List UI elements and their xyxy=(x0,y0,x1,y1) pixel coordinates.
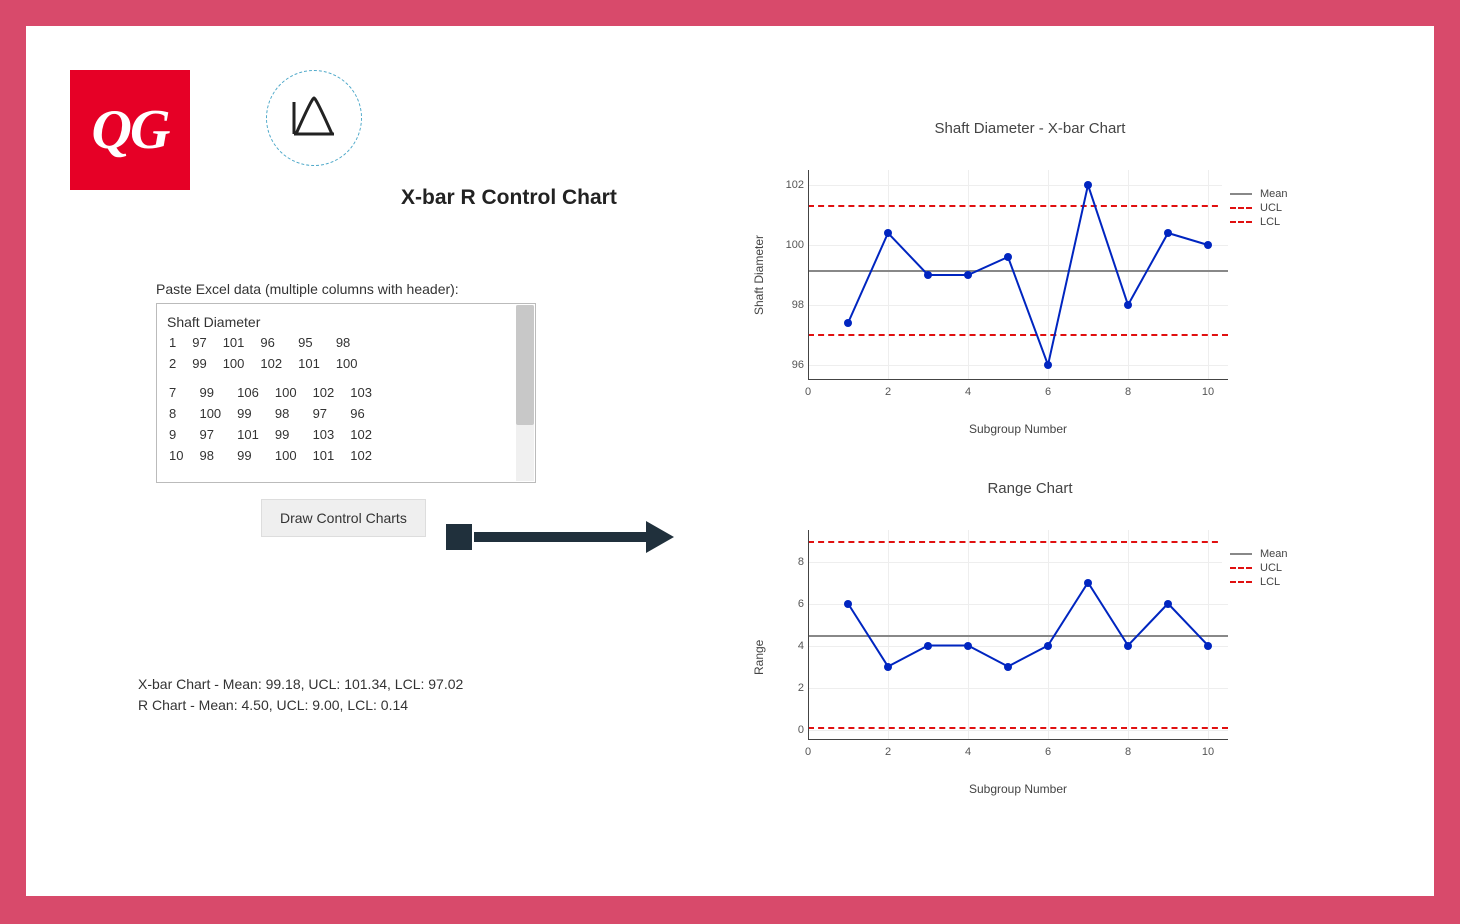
scrollbar[interactable] xyxy=(516,305,534,481)
data-point xyxy=(1204,241,1212,249)
data-point xyxy=(1204,642,1212,650)
data-point xyxy=(1164,229,1172,237)
data-point xyxy=(1124,642,1132,650)
qg-logo-text: QG xyxy=(92,98,169,162)
data-point xyxy=(964,271,972,279)
xbar-chart-title: Shaft Diameter - X-bar Chart xyxy=(700,112,1360,137)
data-point xyxy=(1084,181,1092,189)
x-axis-label: Subgroup Number xyxy=(808,422,1228,436)
data-point xyxy=(1084,579,1092,587)
xbar-chart: Shaft Diameter - X-bar Chart Shaft Diame… xyxy=(700,112,1360,452)
draw-control-charts-button[interactable]: Draw Control Charts xyxy=(261,499,426,537)
input-label: Paste Excel data (multiple columns with … xyxy=(156,281,646,297)
chart-panel: Shaft Diameter - X-bar Chart Shaft Diame… xyxy=(700,112,1400,884)
data-point xyxy=(844,319,852,327)
summary-r: R Chart - Mean: 4.50, UCL: 9.00, LCL: 0.… xyxy=(138,695,463,716)
data-point xyxy=(1124,301,1132,309)
y-axis-label: Range xyxy=(752,640,766,675)
x-axis-label: Subgroup Number xyxy=(808,782,1228,796)
input-panel: Paste Excel data (multiple columns with … xyxy=(66,281,646,537)
data-point xyxy=(1044,361,1052,369)
page-title: X-bar R Control Chart xyxy=(401,186,617,210)
results-summary: X-bar Chart - Mean: 99.18, UCL: 101.34, … xyxy=(138,674,463,716)
data-point xyxy=(1044,642,1052,650)
range-chart-legend: Mean UCL LCL xyxy=(1222,540,1332,596)
scrollbar-thumb[interactable] xyxy=(516,305,534,425)
table-row: 197101969598 xyxy=(169,334,372,353)
data-point xyxy=(884,663,892,671)
table-row: 299100102101100 xyxy=(169,355,372,374)
table-row: 99710199103102 xyxy=(169,426,386,445)
table-row: 810099989796 xyxy=(169,405,386,424)
data-point xyxy=(924,271,932,279)
data-point xyxy=(884,229,892,237)
xbar-chart-legend: Mean UCL LCL xyxy=(1222,180,1332,236)
summary-xbar: X-bar Chart - Mean: 99.18, UCL: 101.34, … xyxy=(138,674,463,695)
data-point xyxy=(1004,253,1012,261)
qg-logo: QG xyxy=(70,70,190,190)
data-header: Shaft Diameter xyxy=(167,312,525,332)
data-point xyxy=(924,642,932,650)
data-point xyxy=(844,600,852,608)
range-chart-title: Range Chart xyxy=(700,472,1360,497)
table-row: 799106100102103 xyxy=(169,384,386,403)
table-row: 109899100101102 xyxy=(169,447,386,466)
arrow-icon xyxy=(446,518,686,558)
data-point xyxy=(1004,663,1012,671)
data-point xyxy=(964,642,972,650)
app-frame: QG X-bar R Control Chart Paste Excel dat… xyxy=(26,26,1434,896)
data-point xyxy=(1164,600,1172,608)
distribution-icon xyxy=(266,70,362,166)
range-chart: Range Chart RangeSubgroup Number02468024… xyxy=(700,472,1360,812)
y-axis-label: Shaft Diameter xyxy=(752,235,766,315)
data-textarea[interactable]: Shaft Diameter 197101969598 2991001021011… xyxy=(156,303,536,483)
